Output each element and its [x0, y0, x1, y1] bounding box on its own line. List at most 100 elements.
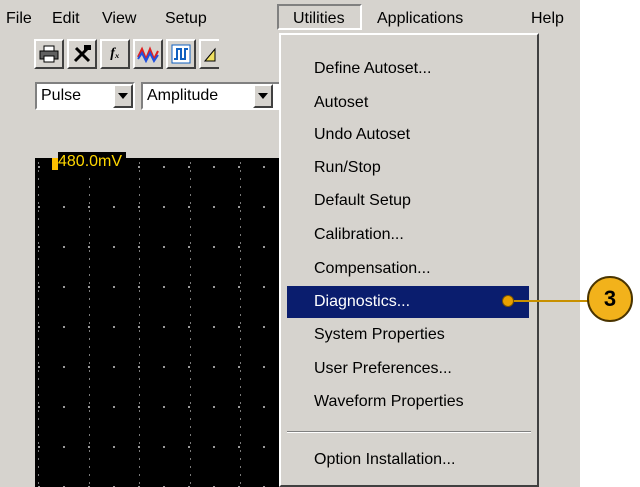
- print-button[interactable]: [34, 39, 64, 69]
- graticule-tick: [89, 434, 90, 436]
- pulse-select[interactable]: Pulse: [35, 82, 135, 110]
- menu-setup[interactable]: Setup: [165, 9, 207, 29]
- graticule-tick: [38, 314, 39, 316]
- menu-help[interactable]: Help: [531, 9, 564, 29]
- graticule-tick: [240, 402, 241, 404]
- graticule-tick: [240, 370, 241, 372]
- graticule-tick: [89, 282, 90, 284]
- menu-item-user-preferences[interactable]: User Preferences...: [287, 353, 529, 385]
- graticule-tick: [240, 354, 241, 356]
- menu-item-waveform-properties[interactable]: Waveform Properties: [287, 386, 529, 418]
- scope-display[interactable]: [35, 158, 279, 487]
- print-icon: [39, 45, 59, 63]
- graticule-tick: [89, 418, 90, 420]
- graticule-tick: [89, 402, 90, 404]
- graticule-tick: [38, 474, 39, 476]
- graticule-tick: [240, 394, 241, 396]
- graticule-tick: [38, 418, 39, 420]
- graticule-tick: [38, 170, 39, 172]
- graticule-dot: [213, 326, 215, 328]
- math-button[interactable]: fₓ: [100, 39, 130, 69]
- graticule-tick: [38, 330, 39, 332]
- graticule-tick: [139, 202, 140, 204]
- graticule-tick: [38, 426, 39, 428]
- graticule-dot: [213, 446, 215, 448]
- graticule-tick: [89, 306, 90, 308]
- graticule-tick: [139, 258, 140, 260]
- waveform-button[interactable]: [133, 39, 163, 69]
- menu-utilities[interactable]: Utilities: [277, 4, 362, 30]
- graticule: [38, 162, 265, 487]
- graticule-tick: [89, 242, 90, 244]
- menu-item-system-properties[interactable]: System Properties: [287, 319, 529, 351]
- menu-item-run-stop[interactable]: Run/Stop: [287, 152, 529, 184]
- graticule-tick: [89, 290, 90, 292]
- graticule-dot: [63, 406, 65, 408]
- graticule-dot: [188, 366, 190, 368]
- graticule-dot: [263, 366, 265, 368]
- menu-item-undo-autoset[interactable]: Undo Autoset: [287, 119, 529, 151]
- graticule-dot: [188, 166, 190, 168]
- graticule-tick: [190, 394, 191, 396]
- graticule-tick: [190, 474, 191, 476]
- menu-item-compensation[interactable]: Compensation...: [287, 253, 529, 285]
- graticule-dot: [38, 366, 40, 368]
- menu-item-diagnostics[interactable]: Diagnostics...: [287, 286, 529, 318]
- graticule-dot: [263, 206, 265, 208]
- graticule-tick: [139, 314, 140, 316]
- graticule-dot: [238, 326, 240, 328]
- graticule-tick: [190, 290, 191, 292]
- graticule-tick: [38, 450, 39, 452]
- graticule-tick: [38, 466, 39, 468]
- pulse-select-arrow[interactable]: [113, 84, 133, 108]
- menu-item-define-autoset[interactable]: Define Autoset...: [287, 53, 529, 85]
- tools-button[interactable]: [67, 39, 97, 69]
- graticule-tick: [190, 218, 191, 220]
- graticule-tick: [190, 378, 191, 380]
- amplitude-select[interactable]: Amplitude: [141, 82, 281, 110]
- graticule-dot: [138, 326, 140, 328]
- graticule-tick: [240, 186, 241, 188]
- cursor-button[interactable]: [199, 39, 219, 69]
- cursor-icon: [203, 47, 216, 62]
- graticule-tick: [139, 266, 140, 268]
- graticule-tick: [139, 482, 140, 484]
- graticule-tick: [240, 450, 241, 452]
- graticule-tick: [139, 226, 140, 228]
- graticule-tick: [139, 306, 140, 308]
- menu-view[interactable]: View: [102, 9, 136, 29]
- menu-applications[interactable]: Applications: [377, 9, 463, 29]
- menu-edit[interactable]: Edit: [52, 9, 80, 29]
- measurement-button[interactable]: [166, 39, 196, 69]
- graticule-tick: [38, 298, 39, 300]
- graticule-dot: [263, 246, 265, 248]
- graticule-tick: [89, 234, 90, 236]
- graticule-dot: [213, 206, 215, 208]
- math-function-icon: fₓ: [110, 46, 120, 61]
- graticule-dot: [238, 446, 240, 448]
- graticule-tick: [89, 394, 90, 396]
- graticule-dot: [263, 406, 265, 408]
- graticule-dot: [138, 246, 140, 248]
- graticule-tick: [240, 482, 241, 484]
- graticule-dot: [188, 446, 190, 448]
- menu-item-autoset[interactable]: Autoset: [287, 87, 529, 119]
- menu-item-default-setup[interactable]: Default Setup: [287, 185, 529, 217]
- graticule-dot: [163, 166, 165, 168]
- menu-file[interactable]: File: [6, 9, 32, 29]
- graticule-tick: [89, 474, 90, 476]
- graticule-tick: [190, 402, 191, 404]
- pulse-select-value: Pulse: [41, 87, 82, 104]
- menu-item-option-installation[interactable]: Option Installation...: [287, 444, 529, 476]
- graticule-tick: [190, 194, 191, 196]
- graticule-tick: [240, 338, 241, 340]
- graticule-dot: [38, 406, 40, 408]
- graticule-dot: [113, 446, 115, 448]
- graticule-tick: [139, 322, 140, 324]
- amplitude-select-arrow[interactable]: [253, 84, 273, 108]
- graticule-tick: [190, 354, 191, 356]
- graticule-tick: [139, 162, 140, 164]
- graticule-tick: [240, 282, 241, 284]
- graticule-tick: [38, 434, 39, 436]
- menu-item-calibration[interactable]: Calibration...: [287, 219, 529, 251]
